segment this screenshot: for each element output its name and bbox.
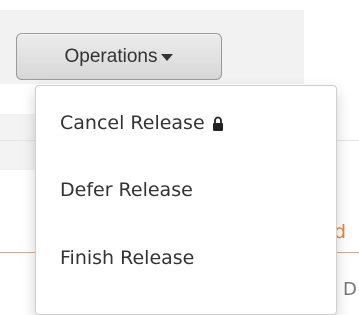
operations-dropdown-menu: Cancel Release Defer Release Finish Rele… [35,85,337,315]
menu-item-finish-release[interactable]: Finish Release [60,244,194,272]
toolbar: Operations [0,10,304,84]
menu-item-label: Finish Release [60,247,195,269]
caret-down-icon [161,54,174,61]
background-partial-text-2: D [343,279,357,300]
operations-button-label: Operations [64,45,158,67]
menu-item-cancel-release[interactable]: Cancel Release [60,109,224,137]
lock-icon [212,115,224,131]
operations-button[interactable]: Operations [16,33,222,80]
menu-item-defer-release[interactable]: Defer Release [60,176,193,204]
menu-item-label: Cancel Release [60,112,205,134]
menu-item-label: Defer Release [60,179,193,201]
